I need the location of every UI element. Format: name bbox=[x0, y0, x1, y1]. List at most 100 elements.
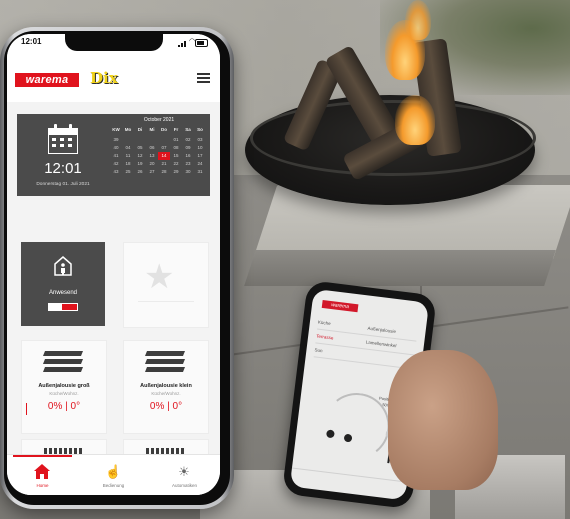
calendar-day[interactable]: 19 bbox=[134, 160, 146, 168]
scene-icon: ☀ bbox=[178, 464, 190, 479]
calendar-day[interactable]: 16 bbox=[182, 152, 194, 160]
calendar-day[interactable]: 23 bbox=[182, 160, 194, 168]
shade-name: Außenjalousie klein bbox=[140, 383, 192, 389]
menu-line bbox=[197, 81, 210, 83]
calendar-day[interactable]: 21 bbox=[158, 160, 170, 168]
calendar-tile[interactable]: 12:01 Donnerstag 01. Juli 2021 October 2… bbox=[17, 114, 210, 196]
menu-line bbox=[197, 73, 210, 75]
calendar-day[interactable]: 14 bbox=[158, 152, 170, 160]
tab-automation[interactable]: ☀ Automatiken bbox=[149, 455, 220, 495]
calendar-weekday: Mo bbox=[124, 127, 132, 132]
shade-room: Küche/Wohnz. bbox=[151, 391, 181, 396]
dix-logo: Dix bbox=[90, 69, 118, 87]
home-door bbox=[40, 474, 44, 479]
venetian-blind-icon bbox=[144, 351, 186, 377]
shade-name: Außenjalousie groß bbox=[38, 383, 90, 389]
secondary-brand-logo: warema bbox=[321, 299, 359, 313]
secondary-row-left: Terrasse bbox=[315, 333, 334, 341]
secondary-tabbar bbox=[289, 467, 408, 501]
calendar-day[interactable]: 15 bbox=[170, 152, 182, 160]
calendar-day[interactable]: 24 bbox=[194, 160, 206, 168]
calendar-day[interactable]: 09 bbox=[182, 144, 194, 152]
calendar-day[interactable]: 03 bbox=[194, 136, 206, 144]
louver-slat bbox=[144, 359, 186, 364]
fire-flame bbox=[395, 95, 435, 145]
calendar-day[interactable]: 04 bbox=[122, 144, 134, 152]
fire-pit-plinth-front bbox=[244, 250, 556, 286]
calendar-day[interactable]: 10 bbox=[194, 144, 206, 152]
louver-slat bbox=[42, 351, 84, 356]
calendar-day[interactable]: 01 bbox=[170, 136, 182, 144]
calendar-day[interactable]: 22 bbox=[170, 160, 182, 168]
secondary-row-left: Sun bbox=[314, 347, 323, 354]
calendar-weekday: Do bbox=[161, 127, 167, 132]
calendar-week-number: 41 bbox=[113, 153, 119, 158]
calendar-day[interactable]: 08 bbox=[170, 144, 182, 152]
calendar-day[interactable]: 18 bbox=[122, 160, 134, 168]
presence-label: Anwesend bbox=[48, 290, 78, 296]
star-icon: ★ bbox=[144, 258, 175, 296]
tab-control[interactable]: ☝ Bedienung bbox=[78, 455, 149, 495]
calendar-day[interactable]: 05 bbox=[134, 144, 146, 152]
calendar-weekday: KW bbox=[112, 127, 120, 132]
tab-home[interactable]: Home bbox=[7, 455, 78, 495]
secondary-row-left: Küche bbox=[317, 319, 331, 327]
calendar-day[interactable]: 25 bbox=[122, 168, 134, 176]
calendar-day[interactable]: 20 bbox=[146, 160, 158, 168]
home-icon bbox=[34, 464, 50, 479]
calendar-day[interactable]: 06 bbox=[146, 144, 158, 152]
tab-label: Automatiken bbox=[171, 483, 197, 488]
calendar-day[interactable]: 17 bbox=[194, 152, 206, 160]
tab-bar: Home ☝ Bedienung ☀ Automatiken bbox=[7, 454, 220, 495]
calendar-cell bbox=[60, 138, 64, 141]
louver-slat bbox=[42, 359, 84, 364]
clock-time: 12:01 bbox=[44, 160, 82, 177]
calendar-day[interactable]: 26 bbox=[134, 168, 146, 176]
calendar-day[interactable]: 11 bbox=[122, 152, 134, 160]
calendar-day[interactable]: 12 bbox=[134, 152, 146, 160]
calendar-week-number: 43 bbox=[113, 169, 119, 174]
calendar-day[interactable]: 13 bbox=[146, 152, 158, 160]
shade-room: Küche/Wohnz. bbox=[49, 391, 79, 396]
menu-line bbox=[197, 77, 210, 79]
calendar-day[interactable]: 30 bbox=[182, 168, 194, 176]
louver-slat bbox=[144, 351, 186, 356]
signal-bar bbox=[181, 43, 183, 47]
calendar-cell bbox=[52, 138, 56, 141]
favorites-tile[interactable]: ★ bbox=[123, 242, 209, 328]
hamburger-menu-icon[interactable] bbox=[197, 73, 210, 84]
louver-slat bbox=[42, 367, 84, 372]
calendar-day[interactable]: 07 bbox=[158, 144, 170, 152]
calendar-day[interactable]: 02 bbox=[182, 136, 194, 144]
calendar-day[interactable]: 31 bbox=[194, 168, 206, 176]
tab-label: Home bbox=[36, 483, 49, 488]
calendar-day[interactable] bbox=[146, 136, 158, 144]
dashboard: 12:01 Donnerstag 01. Juli 2021 October 2… bbox=[7, 102, 220, 495]
calendar-day[interactable]: 29 bbox=[170, 168, 182, 176]
shade-position-value: 0% | 0° bbox=[149, 401, 183, 412]
calendar-weekday: Di bbox=[137, 127, 143, 132]
calendar-month: October 2021 bbox=[143, 117, 175, 123]
calendar-cell bbox=[68, 144, 72, 147]
status-time: 12:01 bbox=[21, 37, 42, 46]
presence-tile[interactable]: Anwesend bbox=[21, 242, 105, 326]
app-header: warema Dix bbox=[7, 52, 220, 103]
calendar-week-number: 40 bbox=[113, 145, 119, 150]
calendar-day[interactable]: 27 bbox=[146, 168, 158, 176]
calendar-day[interactable]: 28 bbox=[158, 168, 170, 176]
secondary-row-right: Lamellenwinkel bbox=[365, 339, 397, 349]
calendar-day[interactable] bbox=[158, 136, 170, 144]
calendar-cell bbox=[68, 138, 72, 141]
status-icons: ◠ bbox=[178, 38, 208, 47]
presence-toggle-on bbox=[62, 304, 77, 310]
warema-logo[interactable]: warema bbox=[15, 73, 79, 87]
presence-toggle[interactable] bbox=[48, 303, 78, 311]
app-screen: 12:01 ◠ warema Dix 12:01 Donnerstag 01. … bbox=[7, 34, 220, 495]
shade-tile[interactable]: Außenjalousie klein Küche/Wohnz. 0% | 0° bbox=[123, 340, 209, 434]
calendar-day[interactable] bbox=[122, 136, 134, 144]
fire-flame bbox=[405, 0, 431, 40]
calendar-day[interactable] bbox=[134, 136, 146, 144]
calendar-week-number: 42 bbox=[113, 161, 119, 166]
battery-icon bbox=[195, 39, 208, 47]
shade-tile[interactable]: Außenjalousie groß Küche/Wohnz. 0% | 0° bbox=[21, 340, 107, 434]
